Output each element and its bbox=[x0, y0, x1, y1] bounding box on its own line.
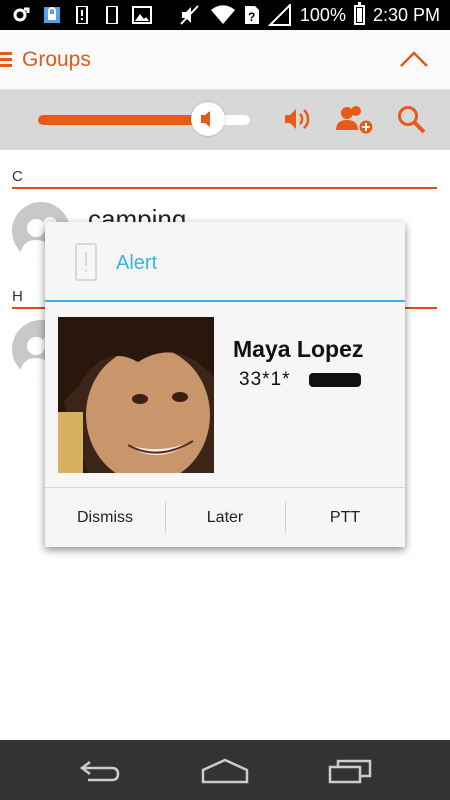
redacted-number-mask bbox=[309, 373, 361, 387]
home-icon[interactable] bbox=[201, 758, 249, 784]
volume-icon[interactable] bbox=[282, 104, 312, 134]
battery-icon bbox=[353, 2, 365, 25]
mute-icon bbox=[180, 5, 199, 25]
phone-icon bbox=[106, 6, 118, 24]
controls-bar bbox=[0, 90, 450, 150]
clock: 2:30 PM bbox=[372, 4, 440, 25]
caller-number: 33*1* bbox=[239, 369, 291, 390]
lock-icon bbox=[44, 7, 60, 23]
menu-icon[interactable] bbox=[0, 52, 12, 68]
caller-photo bbox=[58, 317, 214, 473]
svg-text:?: ? bbox=[248, 10, 255, 24]
action-bar: Groups bbox=[0, 30, 450, 90]
caller-name: Maya Lopez bbox=[233, 336, 364, 362]
battery-percent: 100% bbox=[299, 4, 346, 25]
phone-alert-icon bbox=[76, 6, 88, 24]
link-icon bbox=[13, 7, 30, 22]
later-button[interactable]: Later bbox=[165, 488, 285, 547]
navigation-bar bbox=[0, 740, 450, 800]
wifi-icon bbox=[210, 5, 235, 25]
speaker-small-icon bbox=[200, 111, 210, 127]
signal-icon bbox=[267, 4, 291, 26]
ptt-button[interactable]: PTT bbox=[285, 488, 405, 547]
recent-apps-icon[interactable] bbox=[328, 758, 372, 784]
add-contact-icon[interactable] bbox=[334, 104, 374, 136]
dialog-header: Alert bbox=[45, 222, 405, 302]
chevron-up-icon[interactable] bbox=[400, 50, 428, 68]
dismiss-button[interactable]: Dismiss bbox=[45, 488, 165, 547]
search-icon[interactable] bbox=[396, 104, 428, 136]
section-header-c: C bbox=[12, 167, 437, 189]
dialog-title: Alert bbox=[116, 252, 158, 274]
dialog-button-bar: Dismiss Later PTT bbox=[45, 487, 405, 547]
image-icon bbox=[132, 6, 152, 24]
volume-slider-thumb[interactable] bbox=[190, 102, 225, 136]
status-bar: ? 100% 2:30 PM bbox=[0, 0, 450, 30]
back-icon[interactable] bbox=[78, 758, 122, 784]
sim-icon: ? bbox=[244, 6, 259, 24]
volume-slider-fill bbox=[38, 115, 208, 125]
alert-dialog: Alert Maya Lopez 33*1* Dismiss Later PTT bbox=[45, 222, 405, 547]
phone-alert-icon bbox=[75, 243, 97, 281]
page-title[interactable]: Groups bbox=[22, 48, 91, 72]
